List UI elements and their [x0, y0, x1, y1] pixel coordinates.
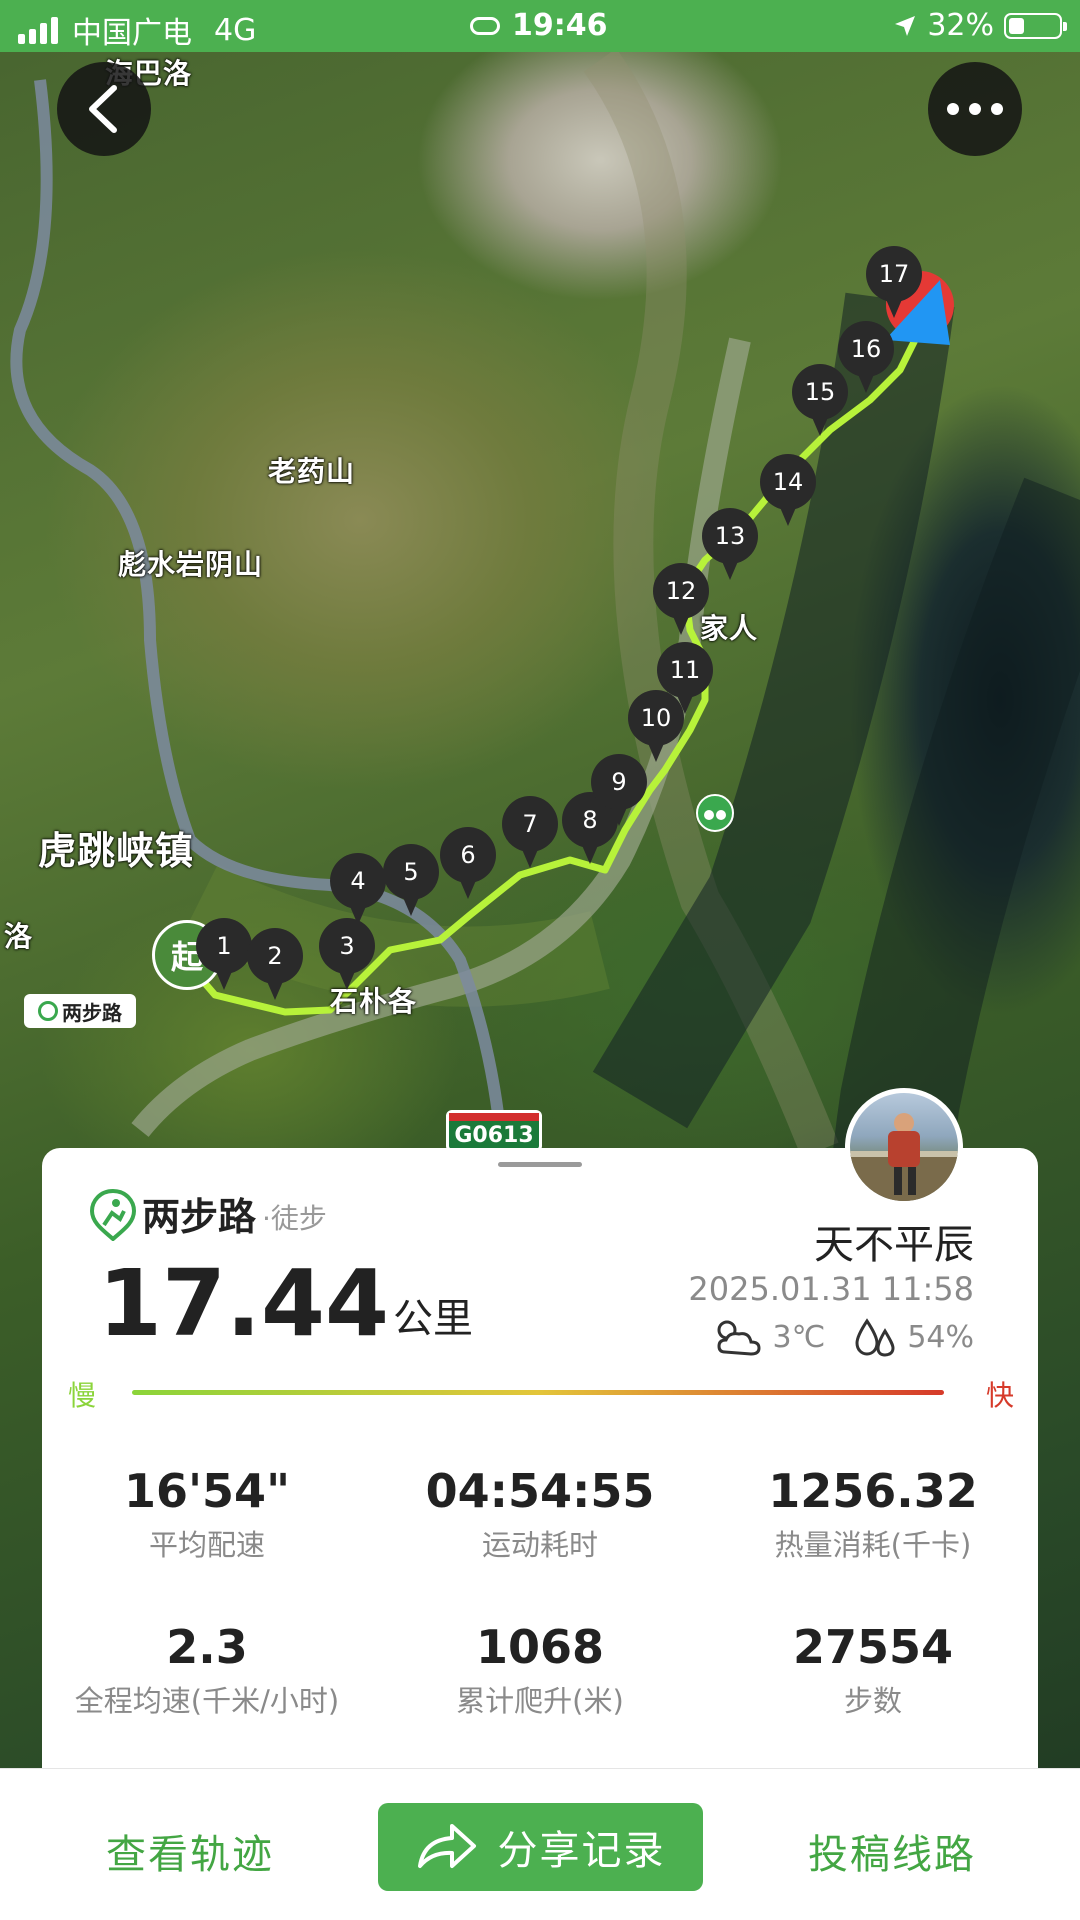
- user-avatar[interactable]: [845, 1088, 963, 1206]
- network-type: 4G: [214, 12, 257, 48]
- summary-card: 两步路 ·徒步 17.44 公里 天不平辰 2025.01.31 11:58 3…: [42, 1148, 1038, 1768]
- battery-icon: [1004, 12, 1067, 39]
- stat-value: 1068: [475, 1620, 605, 1674]
- brand-logo-icon: [38, 1001, 58, 1021]
- track-pin[interactable]: 2: [247, 928, 303, 1000]
- track-pin[interactable]: 17: [866, 246, 922, 318]
- track-pin[interactable]: 7: [502, 796, 558, 868]
- view-track-button[interactable]: 查看轨迹: [106, 1822, 274, 1880]
- track-pin[interactable]: 13: [702, 508, 758, 580]
- location-arrow-icon: [895, 15, 916, 36]
- track-pin[interactable]: 16: [838, 321, 894, 393]
- track-pin[interactable]: 5: [383, 844, 439, 916]
- map-watermark: 两步路: [24, 994, 136, 1028]
- speed-legend: 慢 快: [68, 1374, 1014, 1414]
- back-button[interactable]: [57, 62, 151, 156]
- track-pin[interactable]: 1: [196, 918, 252, 990]
- map-label: 彪水岩阴山: [118, 548, 264, 581]
- map-label: 虎跳峡镇: [38, 829, 195, 873]
- track-pin[interactable]: 14: [760, 454, 816, 526]
- track-pin[interactable]: 4: [330, 853, 386, 925]
- stat-value: 04:54:55: [425, 1464, 655, 1518]
- stat-avg-speed: 2.3 全程均速(千米/小时): [42, 1620, 372, 1720]
- more-button[interactable]: [928, 62, 1022, 156]
- drag-handle[interactable]: [498, 1162, 582, 1167]
- username: 天不平辰: [814, 1222, 974, 1268]
- share-record-button[interactable]: 分享记录: [378, 1803, 703, 1891]
- record-datetime: 2025.01.31 11:58: [688, 1270, 974, 1308]
- brand-name: 两步路: [142, 1195, 257, 1239]
- stat-duration: 04:54:55 运动耗时: [375, 1464, 705, 1564]
- share-arrow-icon: [417, 1824, 476, 1868]
- battery-fill: [1009, 17, 1024, 34]
- speed-fast-label: 快: [985, 1379, 1014, 1412]
- status-bar: 中国广电 4G 19:46 32%: [0, 0, 1080, 52]
- map-label: 老药山: [268, 455, 356, 488]
- activity-type: ·徒步: [262, 1202, 327, 1235]
- avatar-photo: [850, 1113, 958, 1201]
- track-pin[interactable]: 6: [440, 827, 496, 899]
- temperature: 3℃: [772, 1319, 826, 1355]
- screen: N 海巴洛 老药山 彪水岩阴山 虎跳峡镇 洛 家人 石朴各 起 两步路 G061…: [0, 0, 1080, 1920]
- status-time: 19:46: [512, 8, 608, 43]
- road-sign: G0613: [446, 1110, 542, 1152]
- track-pin[interactable]: 9: [591, 754, 647, 826]
- cloudy-sun-icon: [717, 1320, 761, 1356]
- stat-value: 27554: [792, 1620, 954, 1674]
- distance-value: 17.44: [98, 1250, 390, 1357]
- hotspot-icon: [470, 16, 500, 35]
- stat-label: 平均配速: [148, 1528, 265, 1562]
- viewpoint-icon[interactable]: [696, 794, 734, 832]
- stat-calories: 1256.32 热量消耗(千卡): [708, 1464, 1038, 1564]
- track-pin[interactable]: 12: [653, 563, 709, 635]
- weather-row: 3℃ 54%: [711, 1316, 974, 1358]
- more-dots-icon: [947, 103, 1003, 115]
- carrier-name: 中国广电: [72, 16, 192, 51]
- signal-icon: [18, 16, 58, 44]
- brand-row: 两步路 ·徒步: [90, 1186, 327, 1241]
- watermark-text: 两步路: [62, 1000, 122, 1025]
- speed-gradient-bar: [132, 1390, 944, 1395]
- chevron-left-icon: [89, 85, 117, 133]
- map-label: 洛: [4, 920, 34, 953]
- humidity: 54%: [907, 1319, 974, 1355]
- road-sign-text: G0613: [454, 1123, 534, 1148]
- speed-slow-label: 慢: [68, 1379, 97, 1412]
- brand-logo-icon: [90, 1189, 136, 1241]
- stat-value: 1256.32: [768, 1464, 978, 1518]
- track-pin[interactable]: 11: [657, 642, 713, 714]
- share-label: 分享记录: [497, 1828, 666, 1874]
- stat-value: 16'54": [123, 1464, 291, 1518]
- stat-steps: 27554 步数: [708, 1620, 1038, 1720]
- distance-unit: 公里: [393, 1296, 474, 1342]
- track-pin[interactable]: 3: [319, 918, 375, 990]
- submit-route-button[interactable]: 投稿线路: [808, 1822, 976, 1880]
- stat-label: 热量消耗(千卡): [774, 1528, 972, 1562]
- distance-row: 17.44 公里: [98, 1258, 473, 1350]
- stat-avg-pace: 16'54" 平均配速: [42, 1464, 372, 1564]
- stat-elevation-gain: 1068 累计爬升(米): [375, 1620, 705, 1720]
- stat-label: 步数: [843, 1684, 902, 1718]
- stat-label: 全程均速(千米/小时): [74, 1684, 340, 1718]
- battery-percent: 32%: [927, 8, 994, 43]
- stat-label: 累计爬升(米): [456, 1684, 624, 1718]
- stat-value: 2.3: [166, 1620, 248, 1674]
- stat-label: 运动耗时: [481, 1528, 598, 1562]
- humidity-icon: [855, 1318, 895, 1357]
